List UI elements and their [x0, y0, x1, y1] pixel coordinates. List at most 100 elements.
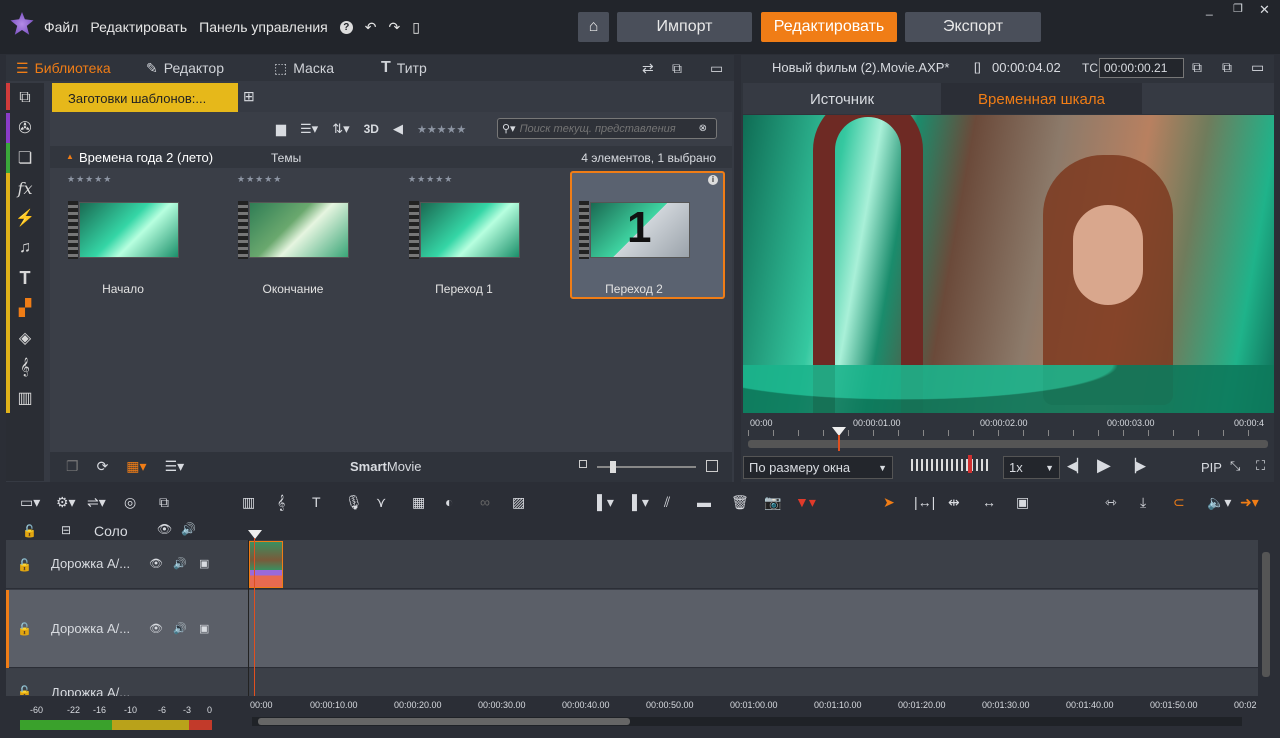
slider-handle[interactable] [610, 461, 616, 473]
minimize-button[interactable]: _ [1206, 2, 1213, 16]
track-name[interactable]: Дорожка А/... [51, 685, 130, 696]
small-size-icon[interactable] [579, 460, 587, 468]
vscroll-thumb[interactable] [1262, 552, 1270, 677]
transition-icon[interactable]: ⚡ [6, 203, 44, 233]
export-frame-icon[interactable]: ⧉ [159, 494, 169, 511]
eye-icon[interactable]: 👁 [149, 557, 163, 570]
menu-file[interactable]: Файл [44, 19, 78, 36]
close-button[interactable]: ✕ [1259, 2, 1270, 18]
tab-title[interactable]: T Титр [381, 59, 427, 77]
hscroll-thumb[interactable] [258, 718, 630, 725]
external-preview-icon[interactable]: ⧉ [1192, 59, 1202, 76]
swap-icon[interactable]: ⇄ [642, 60, 654, 77]
edit-button[interactable]: Редактировать [761, 12, 897, 42]
title-tool-icon[interactable]: T [312, 494, 321, 510]
folder-icon[interactable]: ▆ [276, 121, 286, 137]
pointer-icon[interactable]: ➤ [883, 494, 895, 511]
maximize-button[interactable]: ❐ [1233, 2, 1243, 15]
edit-mode-icon[interactable]: ⇌▾ [87, 494, 106, 511]
tab-mask[interactable]: ⬚ Маска [274, 60, 334, 77]
link-icon[interactable]: ∞ [480, 494, 490, 510]
export-button[interactable]: Экспорт [905, 12, 1041, 42]
help-icon[interactable]: ? [339, 21, 353, 34]
lock-all-icon[interactable]: 🔓 [22, 524, 37, 538]
track-lock-icon[interactable]: 🔓 [17, 622, 32, 636]
stretch-icon[interactable]: ▬ [697, 494, 711, 510]
monitor-icon[interactable]: ▣ [199, 622, 209, 635]
crop-tool-icon[interactable]: ▣ [1016, 494, 1029, 511]
preset-tab[interactable]: Заготовки шаблонов:... [52, 83, 238, 112]
toggle-3d[interactable]: 3D [364, 122, 379, 136]
multicam-icon[interactable]: ▦ [412, 494, 425, 511]
timeline-vscroll[interactable] [1260, 540, 1272, 696]
audio-mixer-icon[interactable]: ▥ [242, 494, 255, 511]
search-input[interactable] [519, 122, 695, 135]
insert-mode-icon[interactable]: ➜▾ [1240, 494, 1259, 511]
search-box[interactable]: ⚲▾ ⊗ [497, 118, 717, 139]
track-name[interactable]: Дорожка А/... [51, 556, 130, 571]
eye-icon[interactable]: 👁 [157, 522, 172, 536]
fx-icon[interactable]: fx [6, 173, 44, 203]
add-tab-icon[interactable]: ⊞ [243, 88, 255, 105]
roll-icon[interactable]: ⇹ [948, 494, 960, 511]
image-edit-icon[interactable]: ▨ [512, 494, 525, 511]
speaker-icon[interactable]: 🔊 [173, 557, 187, 570]
marker-icon[interactable]: ▌▾ [597, 494, 614, 511]
speaker-icon[interactable]: 🔊 [181, 522, 196, 536]
sort-icon[interactable]: ⇅▾ [332, 121, 349, 137]
undo-icon[interactable]: ↶ [365, 19, 377, 36]
timecode-field[interactable]: 00:00:00.21 [1099, 58, 1184, 78]
speaker-icon[interactable]: 🔊 [173, 622, 187, 635]
timeline-playhead-marker[interactable] [248, 530, 262, 539]
trim-icon[interactable]: |↔| [914, 494, 935, 510]
monitor-icon[interactable]: ▣ [199, 557, 209, 570]
menu-edit[interactable]: Редактировать [90, 19, 187, 36]
prev-frame-icon[interactable]: ◀▏ [1067, 458, 1087, 474]
delete-icon[interactable]: 🗑 [731, 494, 749, 511]
shuttle-control[interactable] [911, 459, 991, 471]
settings-icon[interactable]: ⚙▾ [56, 494, 76, 511]
tab-library[interactable]: ☰ Библиотека [16, 60, 111, 77]
redo-icon[interactable]: ↷ [389, 19, 401, 36]
speed-select[interactable]: 1x ▼ [1003, 456, 1060, 479]
item-thumbnail[interactable]: 1 [590, 202, 690, 258]
color-icon[interactable]: ◐ [445, 494, 453, 510]
fit-select[interactable]: По размеру окна ▼ [743, 456, 893, 479]
ripple-icon[interactable]: ⇿ [1105, 494, 1117, 511]
timeline-hscroll[interactable] [252, 717, 1242, 726]
collapse-icon[interactable]: ▲ [66, 152, 74, 161]
resize-icon[interactable]: ⤡ [1230, 458, 1240, 474]
stack-icon[interactable]: ❐ [66, 458, 79, 475]
scorefitter-icon[interactable]: 𝄞 [277, 494, 285, 511]
templates-icon[interactable]: ▞ [6, 293, 44, 323]
tag-icon[interactable]: ◀ [393, 121, 403, 137]
refresh-icon[interactable]: ⟳ [97, 458, 109, 475]
track-layout-icon[interactable]: ▭▾ [20, 494, 40, 511]
play-icon[interactable]: ▶ [1097, 455, 1111, 476]
tab-source[interactable]: Источник [743, 83, 941, 114]
clear-search-icon[interactable]: ⊗ [699, 123, 707, 134]
smartmovie-button[interactable]: SmartMovie [350, 459, 422, 474]
slip-icon[interactable]: ↔ [982, 494, 996, 510]
microphone-icon[interactable]: 🎙 [345, 494, 363, 511]
home-button[interactable]: ⌂ [578, 12, 609, 42]
piano-icon[interactable]: ▥ [6, 383, 44, 413]
audio-scrub-icon[interactable]: 🔈▾ [1207, 494, 1231, 511]
track-lock-icon[interactable]: 🔓 [17, 685, 32, 695]
item-rating[interactable]: ★★★★★ [67, 174, 112, 185]
marker-alt-icon[interactable]: ▌▾ [632, 494, 649, 511]
popout-preview-icon[interactable]: ⧉ [1222, 59, 1232, 76]
details-view-icon[interactable]: ☰▾ [165, 458, 185, 475]
layers-icon[interactable]: ◈ [6, 323, 44, 353]
projects-icon[interactable]: ⧉ [6, 83, 44, 113]
track-lock-icon[interactable]: 🔓 [17, 558, 32, 572]
text-icon[interactable]: T [6, 263, 44, 293]
menu-control-panel[interactable]: Панель управления [199, 19, 328, 36]
tab-editor[interactable]: ✎ Редактор [146, 60, 224, 77]
crop-icon[interactable]: ⛶ [1256, 458, 1265, 474]
treble-clef-icon[interactable]: 𝄞 [6, 353, 44, 383]
music-icon[interactable]: ♫ [6, 233, 44, 263]
item-thumbnail[interactable] [79, 202, 179, 258]
item-thumbnail[interactable] [420, 202, 520, 258]
next-frame-icon[interactable]: ▕▶ [1126, 458, 1146, 474]
